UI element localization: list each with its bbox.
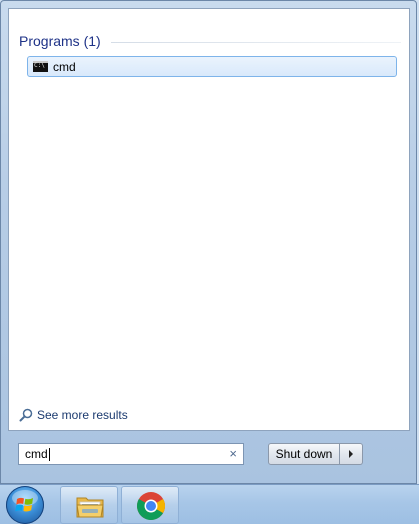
text-caret bbox=[48, 447, 50, 461]
see-more-results-label: See more results bbox=[37, 408, 128, 422]
search-icon bbox=[19, 408, 33, 422]
start-button[interactable] bbox=[6, 486, 44, 524]
shutdown-button[interactable]: Shut down bbox=[268, 443, 340, 465]
arrow-right-icon bbox=[349, 450, 353, 458]
search-results-pane: Programs (1) cmd See more results bbox=[8, 8, 410, 431]
windows-start-orb-icon bbox=[12, 490, 38, 512]
search-input[interactable]: cmd × bbox=[18, 443, 244, 465]
result-item-cmd[interactable]: cmd bbox=[27, 56, 397, 77]
shutdown-options-button[interactable] bbox=[340, 443, 363, 465]
see-more-results-link[interactable]: See more results bbox=[19, 408, 128, 422]
result-item-label: cmd bbox=[53, 59, 76, 74]
search-input-value: cmd bbox=[25, 447, 48, 461]
windows-explorer-folder-icon bbox=[76, 497, 104, 518]
shutdown-group: Shut down bbox=[268, 443, 363, 465]
taskbar-explorer-button[interactable] bbox=[60, 486, 118, 524]
start-menu: Programs (1) cmd See more results cmd × … bbox=[0, 0, 417, 484]
clear-search-icon[interactable]: × bbox=[229, 446, 237, 462]
programs-section-header: Programs (1) bbox=[19, 33, 101, 49]
taskbar-chrome-button[interactable] bbox=[121, 486, 179, 524]
section-divider bbox=[111, 42, 401, 43]
command-prompt-icon bbox=[33, 61, 48, 72]
taskbar bbox=[0, 484, 419, 524]
google-chrome-icon bbox=[137, 492, 165, 520]
